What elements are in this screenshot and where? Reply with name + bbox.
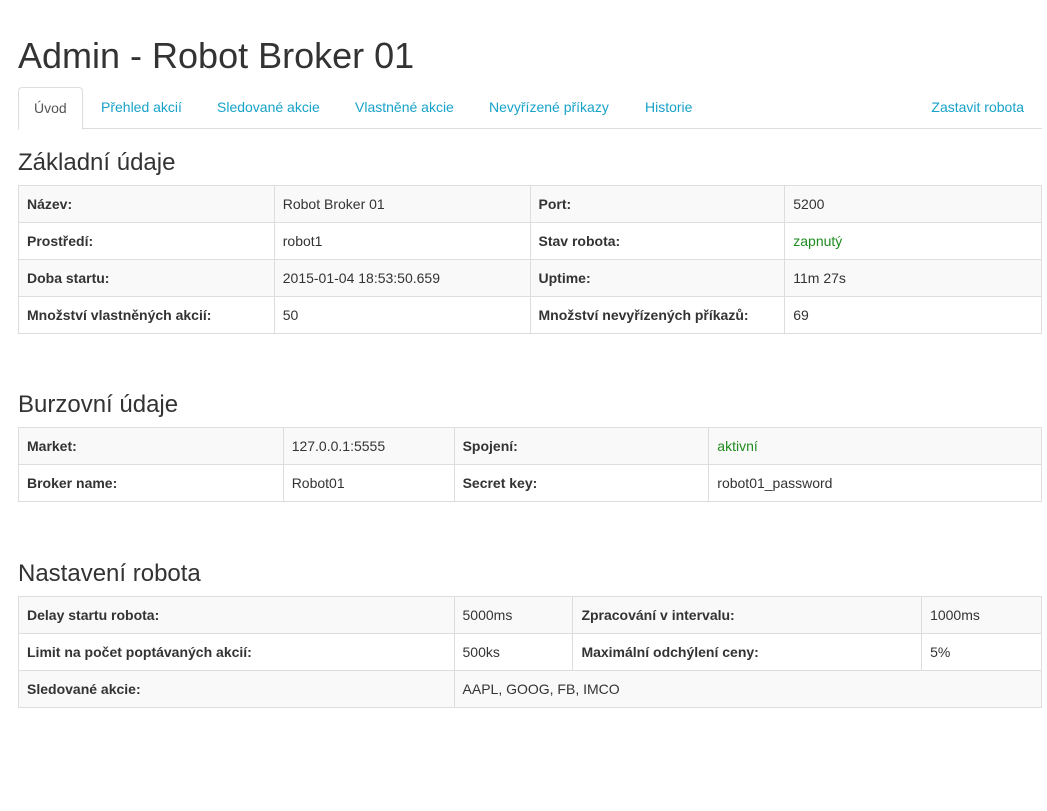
table-row: Market: 127.0.0.1:5555 Spojení: aktivní — [18, 427, 1042, 465]
cell-value: robot01_password — [708, 464, 1042, 502]
cell-label: Spojení: — [453, 427, 710, 465]
table-row: Množství vlastněných akcií: 50 Množství … — [18, 296, 1042, 334]
tab-historie[interactable]: Historie — [630, 87, 707, 129]
cell-value: Robot01 — [282, 464, 455, 502]
page: Admin - Robot Broker 01 Úvod Přehled akc… — [0, 0, 1047, 708]
cell-label: Zpracování v intervalu: — [572, 596, 923, 634]
cell-label: Maximální odchýlení ceny: — [572, 633, 923, 671]
cell-label: Uptime: — [529, 259, 786, 297]
cell-value: 127.0.0.1:5555 — [282, 427, 455, 465]
cell-value: 5000ms — [453, 596, 574, 634]
cell-value: 1000ms — [921, 596, 1042, 634]
table-row: Broker name: Robot01 Secret key: robot01… — [18, 464, 1042, 502]
table-row: Sledované akcie: AAPL, GOOG, FB, IMCO — [18, 670, 1043, 708]
cell-value: 69 — [784, 296, 1042, 334]
cell-value: Robot Broker 01 — [273, 185, 531, 223]
cell-value: AAPL, GOOG, FB, IMCO — [453, 670, 1043, 708]
cell-value: 500ks — [453, 633, 574, 671]
section-heading-burzovni: Burzovní údaje — [18, 391, 179, 418]
cell-label: Sledované akcie: — [18, 670, 455, 708]
tab-nevyrizene-prikazy[interactable]: Nevyřízené příkazy — [474, 87, 624, 129]
tab-uvod[interactable]: Úvod — [18, 87, 83, 130]
cell-value: 11m 27s — [784, 259, 1042, 297]
cell-label: Market: — [18, 427, 284, 465]
cell-label: Limit na počet poptávaných akcií: — [18, 633, 455, 671]
cell-label: Secret key: — [453, 464, 710, 502]
page-title: Admin - Robot Broker 01 — [18, 35, 415, 76]
table-row: Doba startu: 2015-01-04 18:53:50.659 Upt… — [18, 259, 1042, 297]
exchange-info-table: Market: 127.0.0.1:5555 Spojení: aktivní … — [18, 427, 1042, 502]
cell-label: Broker name: — [18, 464, 284, 502]
cell-label: Delay startu robota: — [18, 596, 455, 634]
cell-label: Doba startu: — [18, 259, 275, 297]
connection-status-value: aktivní — [708, 427, 1042, 465]
cell-value: 2015-01-04 18:53:50.659 — [273, 259, 531, 297]
cell-label: Množství nevyřízených příkazů: — [529, 296, 786, 334]
section-heading-nastaveni: Nastavení robota — [18, 560, 201, 587]
cell-label: Stav robota: — [529, 222, 786, 260]
table-row: Limit na počet poptávaných akcií: 500ks … — [18, 633, 1042, 671]
cell-label: Prostředí: — [18, 222, 275, 260]
cell-value: 5200 — [784, 185, 1042, 223]
cell-value: 5% — [921, 633, 1042, 671]
cell-value: 50 — [273, 296, 531, 334]
tab-prehled-akcii[interactable]: Přehled akcií — [86, 87, 197, 129]
basic-info-table: Název: Robot Broker 01 Port: 5200 Prostř… — [18, 185, 1042, 334]
tab-sledovane-akcie[interactable]: Sledované akcie — [202, 87, 335, 129]
table-row: Název: Robot Broker 01 Port: 5200 — [18, 185, 1042, 223]
tab-vlastnene-akcie[interactable]: Vlastněné akcie — [340, 87, 469, 129]
stop-robot-link[interactable]: Zastavit robota — [916, 87, 1039, 129]
table-row: Delay startu robota: 5000ms Zpracování v… — [18, 596, 1042, 634]
nav-tabs: Úvod Přehled akcií Sledované akcie Vlast… — [18, 87, 1042, 130]
section-heading-zakladni: Základní údaje — [18, 149, 176, 176]
cell-value: robot1 — [273, 222, 531, 260]
robot-status-value: zapnutý — [784, 222, 1042, 260]
cell-label: Název: — [18, 185, 275, 223]
table-row: Prostředí: robot1 Stav robota: zapnutý — [18, 222, 1042, 260]
cell-label: Port: — [529, 185, 786, 223]
cell-label: Množství vlastněných akcií: — [18, 296, 275, 334]
robot-settings-table: Delay startu robota: 5000ms Zpracování v… — [18, 596, 1043, 708]
